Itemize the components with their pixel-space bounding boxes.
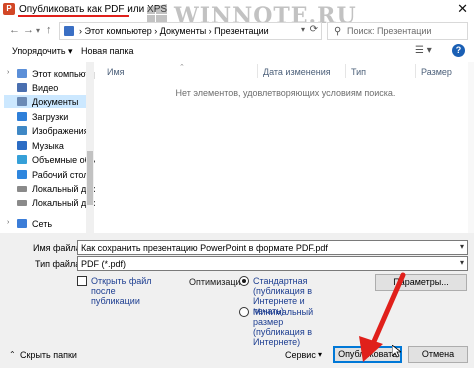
sort-chevron-icon: ⌃ bbox=[179, 64, 185, 71]
sidebar-scrollbar[interactable] bbox=[86, 62, 94, 233]
computer-icon bbox=[17, 69, 27, 78]
navigation-pane: › Этот компьютер Видео Документы Загрузк… bbox=[0, 62, 95, 233]
forward-arrow-icon[interactable]: → bbox=[23, 24, 34, 36]
up-arrow-icon[interactable]: ↑ bbox=[46, 24, 52, 36]
documents-icon bbox=[17, 97, 27, 106]
column-divider[interactable] bbox=[345, 64, 346, 78]
music-icon bbox=[17, 141, 27, 150]
column-header-date[interactable]: Дата изменения bbox=[263, 67, 331, 77]
filename-value: Как сохранить презентацию PowerPoint в ф… bbox=[81, 243, 328, 253]
close-button[interactable]: ✕ bbox=[457, 1, 468, 17]
column-header-name[interactable]: Имя bbox=[107, 67, 125, 77]
sidebar-item-pictures[interactable]: Изображения bbox=[4, 124, 90, 137]
expand-chevron-icon[interactable]: › bbox=[7, 69, 9, 76]
recent-chevron-icon[interactable]: ▾ bbox=[36, 26, 40, 35]
search-placeholder: Поиск: Презентации bbox=[347, 26, 432, 36]
optimize-minimal-radio[interactable] bbox=[239, 307, 249, 317]
powerpoint-icon: P bbox=[3, 3, 15, 15]
sidebar-item-network[interactable]: › Сеть bbox=[4, 217, 90, 230]
expand-chevron-icon[interactable]: › bbox=[7, 219, 9, 226]
save-options-panel: Имя файла: Как сохранить презентацию Pow… bbox=[0, 233, 474, 368]
chevron-down-icon[interactable]: ▾ bbox=[318, 350, 322, 359]
chevron-down-icon[interactable]: ▾ bbox=[301, 25, 305, 34]
column-header-size[interactable]: Размер bbox=[421, 67, 452, 77]
drive-icon bbox=[17, 200, 27, 206]
tools-menu[interactable]: Сервис bbox=[285, 350, 316, 360]
sidebar-item-desktop[interactable]: Рабочий стол bbox=[4, 168, 90, 181]
sidebar-item-downloads[interactable]: Загрузки bbox=[4, 110, 90, 123]
new-folder-button[interactable]: Новая папка bbox=[81, 46, 133, 56]
filetype-label: Тип файла: bbox=[35, 259, 83, 269]
filetype-value: PDF (*.pdf) bbox=[81, 259, 127, 269]
file-list[interactable]: Имя ⌃ Дата изменения Тип Размер Нет элем… bbox=[97, 62, 474, 233]
breadcrumb: › Этот компьютер › Документы › Презентац… bbox=[79, 26, 269, 36]
video-icon bbox=[17, 83, 27, 92]
chevron-down-icon[interactable]: ▾ bbox=[460, 258, 464, 267]
optimize-minimal-label[interactable]: Минимальный размер (публикация в Интерне… bbox=[253, 307, 337, 347]
title-underline-annotation bbox=[18, 15, 129, 17]
radio-selected-dot bbox=[242, 279, 246, 283]
desktop-icon bbox=[17, 170, 27, 179]
sidebar-item-3d-objects[interactable]: Объемные объе bbox=[4, 153, 95, 166]
options-button[interactable]: Параметры... bbox=[375, 274, 467, 291]
column-divider[interactable] bbox=[415, 64, 416, 78]
empty-message: Нет элементов, удовлетворяющих условиям … bbox=[175, 88, 396, 98]
window-title: Опубликовать как PDF или XPS bbox=[19, 4, 168, 15]
folder-icon bbox=[64, 26, 74, 36]
help-icon[interactable]: ? bbox=[452, 44, 465, 57]
file-list-scrollbar[interactable] bbox=[468, 62, 474, 233]
filetype-select[interactable]: PDF (*.pdf) ▾ bbox=[77, 256, 468, 271]
address-bar-row: ← → ▾ ↑ › Этот компьютер › Документы › П… bbox=[0, 20, 474, 42]
sidebar-item-video[interactable]: Видео bbox=[4, 81, 90, 94]
back-arrow-icon[interactable]: ← bbox=[9, 24, 20, 36]
network-icon bbox=[17, 219, 27, 228]
open-after-label[interactable]: Открыть файл после публикации bbox=[91, 276, 165, 306]
pictures-icon bbox=[17, 126, 27, 135]
drive-icon bbox=[17, 186, 27, 192]
sidebar-item-local-disk-c[interactable]: Локальный дис bbox=[4, 182, 95, 195]
column-header-type[interactable]: Тип bbox=[351, 67, 366, 77]
filename-label: Имя файла: bbox=[33, 243, 84, 253]
search-icon: ⚲ bbox=[334, 26, 342, 37]
downloads-icon bbox=[17, 112, 27, 121]
address-field[interactable]: › Этот компьютер › Документы › Презентац… bbox=[59, 22, 322, 40]
view-options-icon[interactable]: ☰ ▾ bbox=[415, 45, 432, 56]
optimize-standard-radio[interactable] bbox=[239, 276, 249, 286]
sidebar-item-documents[interactable]: Документы bbox=[4, 95, 90, 108]
mouse-cursor-icon bbox=[392, 345, 401, 358]
refresh-icon[interactable]: ⟳ bbox=[310, 24, 318, 35]
sidebar-item-this-pc[interactable]: › Этот компьютер bbox=[4, 67, 95, 80]
chevron-down-icon[interactable]: ▾ bbox=[460, 242, 464, 251]
3d-objects-icon bbox=[17, 155, 27, 164]
search-input[interactable]: ⚲ Поиск: Презентации bbox=[327, 22, 468, 40]
organize-button[interactable]: Упорядочить ▾ bbox=[12, 46, 73, 57]
sidebar-item-music[interactable]: Музыка bbox=[4, 139, 90, 152]
hide-folders-button[interactable]: Скрыть папки bbox=[20, 350, 77, 360]
sidebar-item-local-disk-d[interactable]: Локальный дис bbox=[4, 196, 95, 209]
toolbar: Упорядочить ▾ Новая папка ☰ ▾ ? bbox=[0, 44, 474, 60]
cancel-button[interactable]: Отмена bbox=[408, 346, 468, 363]
open-after-checkbox[interactable] bbox=[77, 276, 87, 286]
column-divider[interactable] bbox=[257, 64, 258, 78]
scrollbar-thumb[interactable] bbox=[87, 151, 93, 205]
filename-field[interactable]: Как сохранить презентацию PowerPoint в ф… bbox=[77, 240, 468, 255]
collapse-chevron-icon[interactable]: ⌃ bbox=[9, 350, 16, 359]
